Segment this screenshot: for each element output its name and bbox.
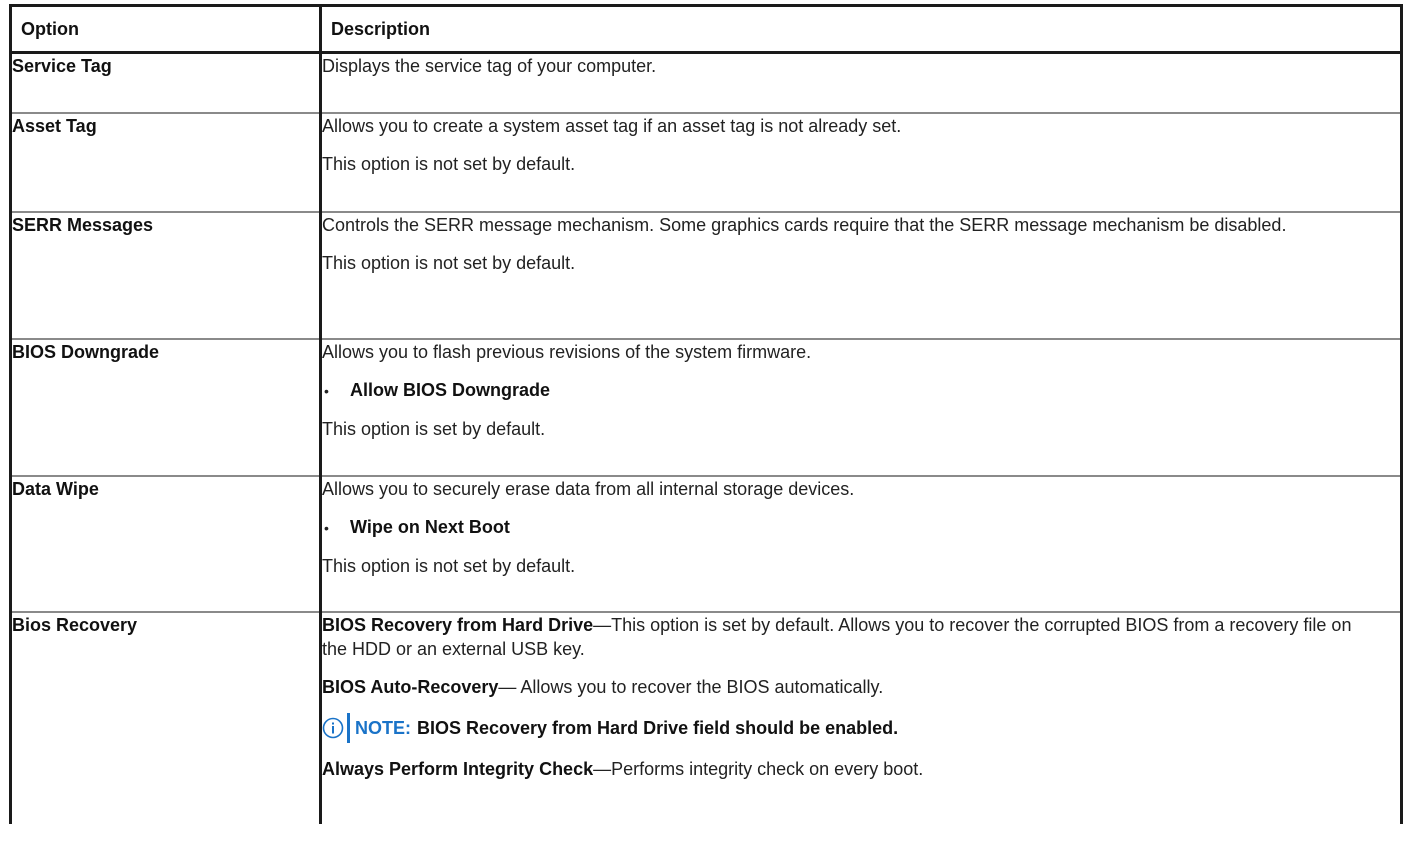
option-name: Bios Recovery — [9, 611, 322, 824]
column-header-description: Description — [319, 4, 1403, 54]
option-name: Data Wipe — [9, 475, 322, 613]
note-text: BIOS Recovery from Hard Drive field shou… — [417, 717, 899, 738]
bullet-item: • Wipe on Next Boot — [322, 515, 1400, 540]
option-description: Allows you to securely erase data from a… — [319, 475, 1403, 613]
table-row: SERR Messages Controls the SERR message … — [9, 211, 1403, 340]
recovery-item-term: BIOS Recovery from Hard Drive — [322, 614, 594, 635]
bullet-text: Allow BIOS Downgrade — [350, 379, 551, 400]
note-divider — [347, 712, 350, 743]
table-row: Asset Tag Allows you to create a system … — [9, 112, 1403, 213]
option-description: Controls the SERR message mechanism. Som… — [319, 211, 1403, 340]
info-icon — [322, 717, 344, 738]
note-callout: NOTE: BIOS Recovery from Hard Drive fiel… — [322, 712, 1400, 743]
option-description: BIOS Recovery from Hard Drive—This optio… — [319, 611, 1403, 824]
option-description: Allows you to flash previous revisions o… — [319, 338, 1403, 477]
description-text: Allows you to flash previous revisions o… — [322, 341, 812, 362]
option-name: SERR Messages — [9, 211, 322, 340]
bios-options-table: Option Description Service Tag Displays … — [9, 4, 1403, 824]
option-name: BIOS Downgrade — [9, 338, 322, 477]
option-name: Service Tag — [9, 52, 322, 114]
option-description: Displays the service tag of your compute… — [319, 52, 1403, 114]
recovery-item-term: Always Perform Integrity Check — [322, 758, 594, 779]
option-description: Allows you to create a system asset tag … — [319, 112, 1403, 213]
recovery-item: BIOS Recovery from Hard Drive—This optio… — [322, 613, 1400, 661]
default-note: This option is not set by default. — [322, 555, 576, 576]
table-header-row: Option Description — [9, 4, 1403, 54]
table-row: Service Tag Displays the service tag of … — [9, 52, 1403, 114]
recovery-item-text: —Performs integrity check on every boot. — [593, 758, 924, 779]
recovery-item: BIOS Auto-Recovery— Allows you to recove… — [322, 675, 1400, 699]
bullet-dot-icon: • — [324, 382, 329, 399]
bullet-item: • Allow BIOS Downgrade — [322, 378, 1400, 403]
table-row: Bios Recovery BIOS Recovery from Hard Dr… — [9, 611, 1403, 824]
default-note: This option is not set by default. — [322, 153, 576, 174]
description-text: Displays the service tag of your compute… — [322, 56, 657, 76]
note-label: NOTE: — [355, 717, 411, 738]
option-name: Asset Tag — [9, 112, 322, 213]
description-text: Allows you to create a system asset tag … — [322, 115, 902, 136]
default-note: This option is set by default. — [322, 418, 546, 439]
recovery-item-text: — Allows you to recover the BIOS automat… — [498, 676, 884, 697]
recovery-item: Always Perform Integrity Check—Performs … — [322, 757, 1400, 781]
bullet-dot-icon: • — [324, 519, 329, 536]
table-row: BIOS Downgrade Allows you to flash previ… — [9, 338, 1403, 477]
column-header-option: Option — [9, 4, 322, 54]
recovery-item-term: BIOS Auto-Recovery — [322, 676, 499, 697]
default-note: This option is not set by default. — [322, 252, 576, 273]
description-text: Allows you to securely erase data from a… — [322, 478, 855, 499]
description-text: Controls the SERR message mechanism. Som… — [322, 214, 1287, 235]
bullet-text: Wipe on Next Boot — [350, 516, 510, 537]
table-row: Data Wipe Allows you to securely erase d… — [9, 475, 1403, 613]
